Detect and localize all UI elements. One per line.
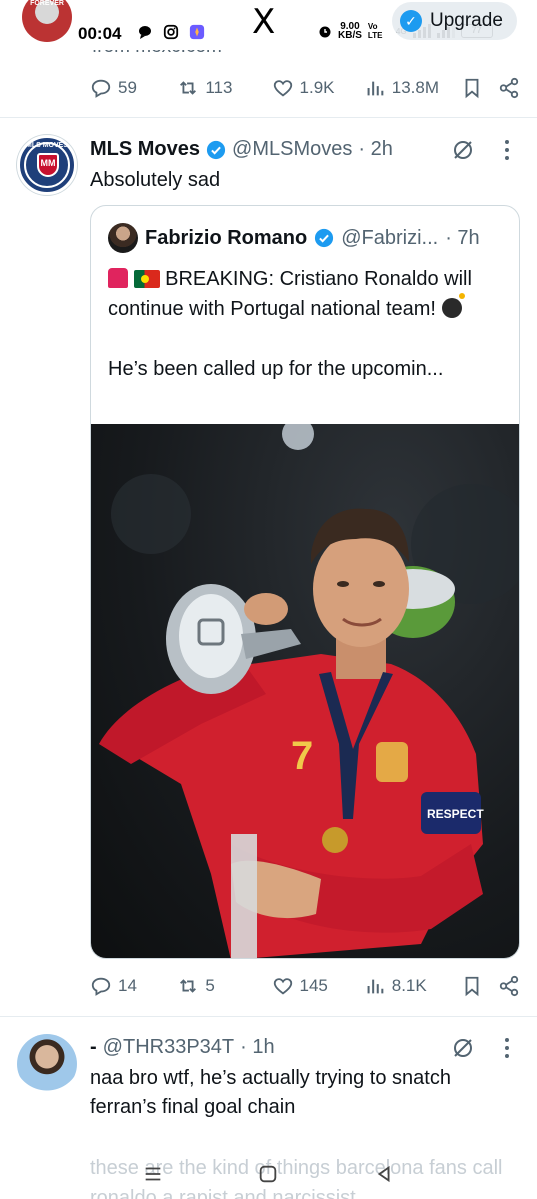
quoted-tweet-header: Fabrizio Romano @Fabrizi... · 7h [108, 223, 480, 253]
like-count: 1.9K [299, 78, 335, 97]
previous-tweet-actions: 59 113 1.9K 13.8M [90, 77, 520, 99]
reply-icon [91, 79, 111, 98]
chat-bubble-icon [139, 26, 151, 39]
views-button[interactable]: 13.8M [364, 77, 461, 99]
views-count: 13.8M [391, 78, 439, 97]
views-icon [367, 979, 384, 994]
instagram-icon [163, 24, 179, 40]
reply-count: 59 [118, 78, 137, 97]
tweet-photo[interactable]: 7 RESPECT [91, 424, 519, 958]
retweet-button[interactable]: 113 [177, 77, 271, 99]
upgrade-button[interactable]: ✓ Upgrade [392, 2, 517, 40]
tweet-text: Absolutely sad [90, 169, 221, 191]
bookmark-icon [465, 78, 479, 99]
speed-unit: KB/S [338, 30, 362, 41]
portugal-flag-icon [133, 270, 160, 288]
alarm-icon [319, 26, 331, 38]
reply-button[interactable]: 59 [90, 77, 177, 99]
heart-icon [273, 80, 292, 97]
shirt-number: 7 [291, 734, 313, 778]
like-button[interactable]: 145 [272, 975, 364, 997]
reply-button[interactable]: 14 [90, 975, 177, 997]
views-count: 8.1K [391, 976, 427, 995]
share-icon [499, 77, 519, 99]
armband-label: RESPECT [427, 807, 484, 821]
verified-icon [315, 228, 334, 248]
verified-badge-icon: ✓ [400, 10, 422, 32]
avatar-label: FOREVER [30, 0, 64, 7]
tweet-text: naa bro wtf, he’s actually trying to sna… [90, 1067, 451, 1118]
quoted-author-handle: @Fabrizi... [341, 226, 439, 249]
back-arrow-icon [377, 1165, 390, 1182]
author-handle[interactable]: @THR33P34T [103, 1036, 234, 1059]
views-button[interactable]: 8.1K [364, 975, 461, 997]
retweet-icon [180, 979, 197, 993]
quoted-tweet-time: · 7h [445, 226, 480, 249]
siren-emoji-icon [108, 268, 128, 288]
network-speed: 9.00 KB/S [338, 22, 362, 41]
tweet-time: · 2h [358, 138, 393, 160]
views-icon [367, 81, 384, 96]
home-button[interactable] [257, 1163, 279, 1185]
ronaldo-trophy-image: 7 RESPECT [99, 424, 519, 958]
system-nav-bar [0, 1148, 537, 1199]
share-button[interactable] [498, 975, 520, 997]
reply-count: 14 [118, 976, 137, 995]
user-avatar[interactable] [17, 1034, 77, 1094]
recent-apps-button[interactable] [142, 1163, 164, 1185]
retweet-count: 5 [205, 976, 215, 995]
bookmark-button[interactable] [461, 77, 488, 99]
tweet-header: MLS Moves @MLSMoves · 2h [90, 138, 393, 161]
more-options-icon[interactable] [504, 140, 510, 160]
quoted-tweet-text: BREAKING: Cristiano Ronaldo will continu… [108, 264, 508, 384]
notification-icons [136, 24, 206, 40]
grok-icon[interactable] [451, 138, 475, 162]
avatar-arc-text: MLS MOVES [25, 142, 68, 149]
bookmark-icon [465, 976, 479, 997]
upgrade-label: Upgrade [430, 10, 503, 31]
more-options-icon[interactable] [504, 1038, 510, 1058]
bookmark-button[interactable] [461, 975, 488, 997]
status-time: 00:04 [78, 24, 122, 43]
quoted-author-avatar [108, 223, 138, 253]
quoted-tweet[interactable]: Fabrizio Romano @Fabrizi... · 7h BREAKIN… [90, 205, 520, 959]
quoted-author-name: Fabrizio Romano [145, 226, 308, 249]
like-count: 145 [299, 976, 328, 995]
retweet-count: 113 [205, 78, 233, 97]
quoted-line1: BREAKING: Cristiano Ronaldo will continu… [108, 268, 472, 320]
tweet-header: - @THR33P34T · 1h [90, 1036, 275, 1059]
avatar-shield: MM [37, 153, 59, 177]
retweet-icon [180, 81, 197, 95]
menu-icon [145, 1167, 161, 1180]
share-icon [499, 975, 519, 997]
heart-icon [273, 978, 292, 995]
tweet-actions: 14 5 145 8.1K [90, 975, 520, 997]
quoted-line2: He’s been called up for the upcomin... [108, 358, 444, 380]
like-button[interactable]: 1.9K [272, 77, 364, 99]
back-button[interactable] [373, 1163, 395, 1185]
verified-icon [206, 140, 226, 159]
author-name[interactable]: MLS Moves [90, 138, 200, 161]
share-button[interactable] [498, 77, 520, 99]
bomb-emoji-icon [441, 293, 465, 318]
tweet-divider [0, 117, 537, 118]
home-square-icon [260, 1165, 277, 1182]
grok-icon[interactable] [451, 1036, 475, 1060]
reply-icon [91, 977, 111, 996]
tweet-divider [0, 1016, 537, 1017]
x-logo-icon[interactable]: X [252, 2, 275, 42]
tweet-time: · 1h [240, 1036, 275, 1058]
app-icon [189, 24, 205, 40]
author-handle[interactable]: @MLSMoves [232, 138, 352, 161]
mls-moves-avatar[interactable]: MLS MOVES MM [17, 135, 77, 195]
volte-label: Vo LTE [367, 22, 383, 40]
author-name[interactable]: - [90, 1036, 97, 1059]
retweet-button[interactable]: 5 [177, 975, 271, 997]
profile-avatar[interactable]: FOREVER [22, 0, 72, 42]
